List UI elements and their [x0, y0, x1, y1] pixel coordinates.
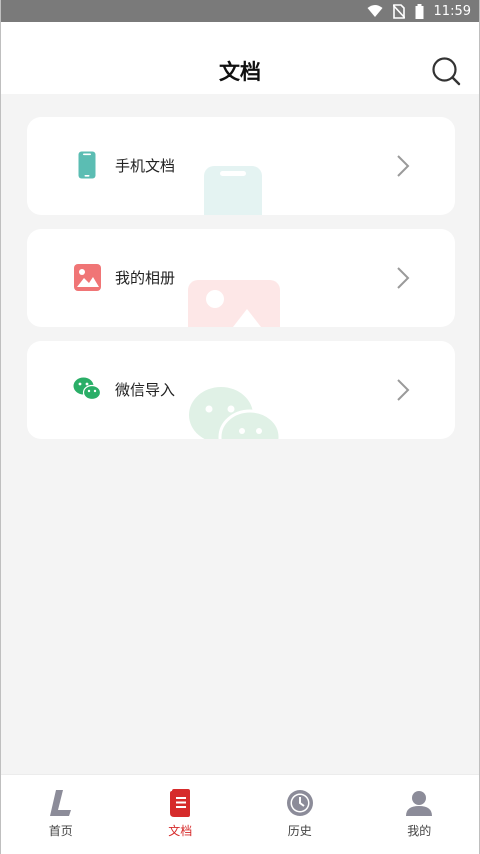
tab-label: 我的: [407, 824, 432, 838]
card-label: 微信导入: [115, 381, 176, 399]
card-wechat-import[interactable]: 微信导入: [27, 341, 455, 439]
card-label: 手机文档: [115, 157, 176, 175]
phone-icon: [73, 151, 101, 179]
page-title: 文档: [219, 60, 261, 84]
status-time: 11:59: [433, 3, 471, 19]
card-phone-documents[interactable]: 手机文档: [27, 117, 455, 215]
wechat-watermark-icon: [189, 387, 282, 439]
tab-label: 首页: [48, 824, 73, 838]
battery-icon: [415, 3, 424, 19]
document-icon: [166, 789, 194, 817]
search-icon: [432, 57, 461, 86]
chevron-right-icon: [397, 267, 410, 289]
photo-album-icon: [73, 263, 101, 291]
home-l-icon: [47, 789, 75, 817]
wechat-icon: [73, 375, 101, 403]
tab-label: 文档: [168, 824, 193, 838]
card-photo-album[interactable]: 我的相册: [27, 229, 455, 327]
clock-icon: [286, 789, 314, 817]
search-button[interactable]: [431, 56, 461, 86]
bottom-tab-bar: 首页 文档 历史 我的: [1, 774, 479, 854]
tab-history[interactable]: 历史: [240, 775, 360, 854]
photo-watermark-icon: [188, 280, 280, 327]
tab-profile[interactable]: 我的: [360, 775, 480, 854]
header: 文档: [1, 22, 479, 94]
tab-home[interactable]: 首页: [1, 775, 121, 854]
user-icon: [405, 789, 433, 817]
status-bar: 11:59: [1, 0, 479, 22]
tab-documents[interactable]: 文档: [121, 775, 241, 854]
no-sim-icon: [392, 3, 405, 19]
phone-watermark-icon: [204, 166, 262, 215]
chevron-right-icon: [397, 379, 410, 401]
tab-label: 历史: [287, 824, 312, 838]
wifi-icon: [367, 4, 383, 18]
chevron-right-icon: [397, 155, 410, 177]
card-label: 我的相册: [115, 269, 176, 287]
